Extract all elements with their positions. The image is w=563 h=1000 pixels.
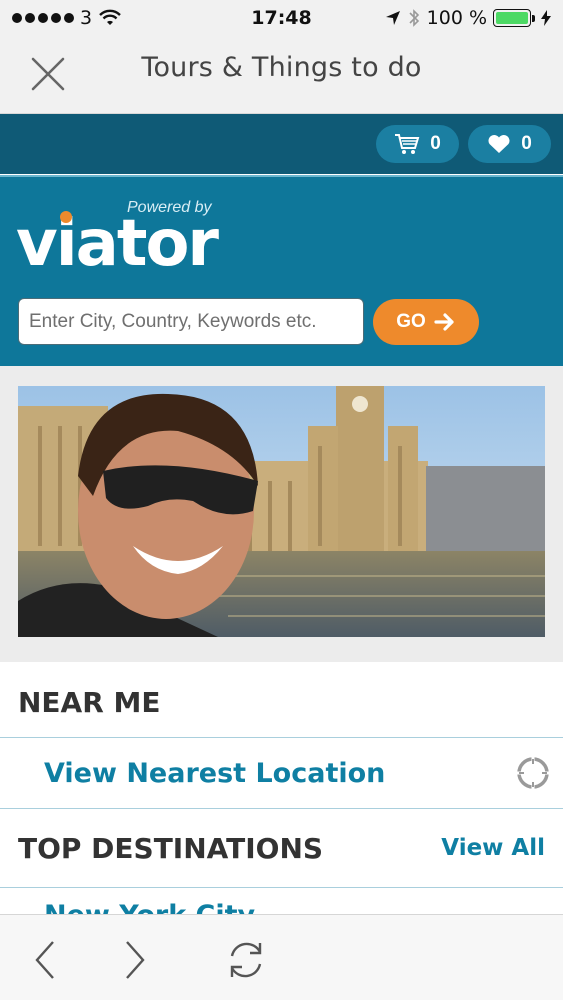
back-button[interactable] [20, 935, 70, 985]
wishlist-button[interactable]: 0 [468, 125, 551, 163]
view-nearest-location-label: View Nearest Location [44, 757, 386, 789]
chevron-right-icon [126, 941, 145, 979]
cart-button[interactable]: 0 [376, 125, 459, 163]
hero-section [0, 366, 563, 662]
browser-toolbar [0, 914, 563, 1000]
battery-percent: 100 % [426, 7, 487, 29]
status-left: 3 [12, 7, 122, 29]
forward-button[interactable] [110, 935, 160, 985]
brand-header: Powered by viator GO [0, 175, 563, 366]
view-nearest-location-row[interactable]: View Nearest Location [0, 738, 563, 808]
viator-logo: viator [16, 207, 219, 281]
logo-dot [60, 211, 72, 223]
refresh-icon [230, 942, 262, 978]
hero-image[interactable] [18, 386, 545, 637]
bluetooth-icon [409, 9, 419, 27]
go-label: GO [396, 311, 426, 332]
near-me-heading: NEAR ME [18, 685, 161, 719]
view-all-link[interactable]: View All [441, 835, 545, 861]
divider [0, 808, 563, 809]
chevron-left-icon [35, 941, 54, 979]
carrier-label: 3 [80, 7, 93, 29]
wifi-icon [99, 9, 121, 25]
top-destinations-heading: TOP DESTINATIONS [18, 831, 324, 865]
nav-bar: Tours & Things to do [0, 36, 563, 114]
battery-icon [493, 9, 535, 27]
charging-bolt-icon [541, 10, 551, 26]
heart-icon [488, 134, 510, 153]
crosshair-icon [516, 756, 550, 790]
page-title: Tours & Things to do [141, 52, 422, 83]
shopping-cart-icon [395, 134, 420, 154]
go-button[interactable]: GO [373, 299, 479, 345]
refresh-button[interactable] [221, 935, 271, 985]
arrow-right-icon [434, 313, 454, 331]
signal-dots-icon [12, 13, 74, 23]
wishlist-count: 0 [521, 133, 532, 154]
search-input[interactable] [18, 298, 364, 345]
near-me-header: NEAR ME [0, 666, 563, 738]
divider [0, 887, 563, 888]
location-arrow-icon [385, 11, 400, 25]
cart-count: 0 [430, 133, 441, 154]
cart-bar: 0 0 [0, 114, 563, 174]
status-bar: 3 17:48 100 % [0, 0, 563, 36]
top-destinations-header: TOP DESTINATIONS View All [0, 812, 563, 884]
status-right: 100 % [385, 7, 551, 29]
